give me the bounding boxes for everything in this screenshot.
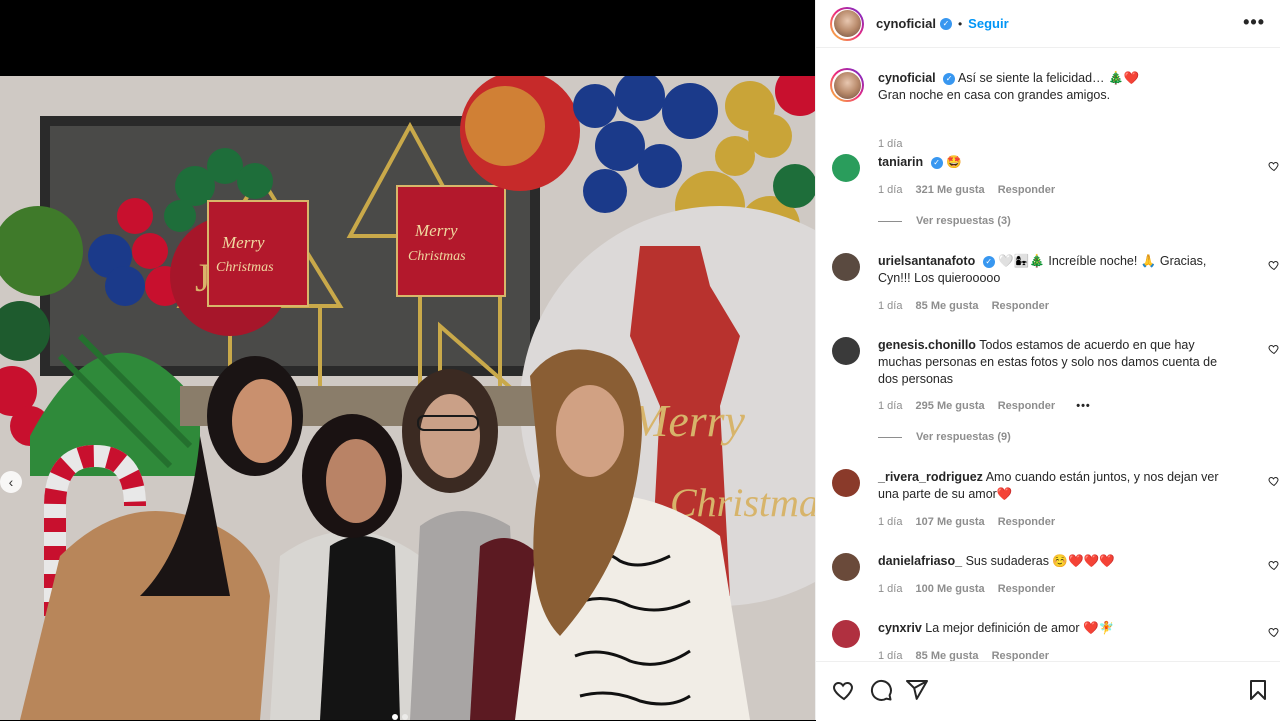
commenter-username[interactable]: danielafriaso_ (878, 554, 962, 568)
commenter-avatar[interactable] (832, 620, 860, 648)
reply-button[interactable]: Responder (998, 400, 1055, 412)
box-sign-christmas-left: Christmas (216, 260, 274, 275)
comment-options-icon[interactable]: ••• (1076, 400, 1091, 412)
christmas-party-photo: J Merry Christmas Merry Christmas Merry … (0, 76, 815, 720)
heart-icon[interactable] (1268, 343, 1280, 355)
heart-icon[interactable] (832, 678, 856, 702)
caption-text-line2: Gran noche en casa con grandes amigos. (878, 88, 1111, 102)
comment-time[interactable]: 1 día (878, 184, 902, 196)
author-avatar[interactable] (830, 6, 864, 41)
bookmark-icon[interactable] (1246, 678, 1270, 702)
comment-likes[interactable]: 85 Me gusta (916, 650, 979, 661)
reply-button[interactable]: Responder (998, 583, 1055, 595)
commenter-avatar[interactable] (832, 337, 860, 365)
verified-badge-icon: ✓ (930, 156, 943, 169)
share-icon[interactable] (905, 678, 929, 702)
reply-button[interactable]: Responder (998, 516, 1055, 528)
comment-time[interactable]: 1 día (878, 583, 902, 595)
comment-time[interactable]: 1 día (878, 516, 902, 528)
carousel-dot (392, 714, 398, 720)
post-sidebar: cynoficial ✓ • Seguir ••• cynoficial ✓ A… (815, 0, 1280, 721)
author-username[interactable]: cynoficial (876, 16, 936, 31)
heart-icon[interactable] (1268, 475, 1280, 487)
commenter-avatar[interactable] (832, 469, 860, 497)
comment-likes[interactable]: 100 Me gusta (916, 583, 985, 595)
carousel-dot (402, 714, 408, 720)
commenter-username[interactable]: _rivera_rodriguez (878, 470, 983, 484)
follow-button[interactable]: Seguir (968, 16, 1008, 31)
separator-dot: • (957, 16, 963, 31)
verified-badge-icon: ✓ (982, 255, 995, 268)
reply-button[interactable]: Responder (998, 184, 1055, 196)
author-avatar[interactable] (830, 68, 864, 102)
comment-text: Sus sudaderas ☺️❤️❤️❤️ (965, 554, 1115, 568)
comments-list[interactable]: cynoficial ✓ Así se siente la felicidad…… (816, 48, 1280, 661)
box-sign-merry-right: Merry (414, 221, 458, 240)
commenter-avatar[interactable] (832, 154, 860, 182)
commenter-username[interactable]: urielsantanafoto (878, 254, 975, 268)
heart-icon[interactable] (1268, 160, 1280, 172)
caption-username[interactable]: cynoficial (878, 71, 936, 85)
verified-badge-icon: ✓ (943, 72, 956, 85)
verified-badge-icon: ✓ (939, 17, 952, 30)
box-sign-merry-left: Merry (221, 233, 265, 252)
caption-text-line1: Así se siente la felicidad… 🎄❤️ (957, 71, 1140, 85)
commenter-username[interactable]: genesis.chonillo (878, 338, 976, 352)
comment-likes[interactable]: 295 Me gusta (916, 400, 985, 412)
comment-time[interactable]: 1 día (878, 300, 902, 312)
previous-photo-button[interactable]: ‹ (0, 471, 22, 493)
commenter-avatar[interactable] (832, 553, 860, 581)
commenter-avatar[interactable] (832, 253, 860, 281)
comment-time[interactable]: 1 día (878, 650, 902, 661)
comment-likes[interactable]: 85 Me gusta (916, 300, 979, 312)
comment-likes[interactable]: 107 Me gusta (916, 516, 985, 528)
commenter-username[interactable]: taniarin (878, 155, 923, 169)
backdrop-merry: Merry (629, 395, 746, 446)
reply-button[interactable]: Responder (992, 650, 1049, 661)
commenter-username[interactable]: cynxriv (878, 621, 922, 635)
comment-text: 🤩 (946, 155, 962, 169)
more-options-icon[interactable]: ••• (1243, 12, 1265, 33)
reply-button[interactable]: Responder (992, 300, 1049, 312)
box-sign-christmas-right: Christmas (408, 249, 466, 264)
chevron-left-icon: ‹ (8, 474, 14, 490)
post-header: cynoficial ✓ • Seguir ••• (816, 0, 1280, 48)
caption-timestamp[interactable]: 1 día (878, 138, 902, 150)
comment-icon[interactable] (869, 678, 893, 702)
view-replies-button[interactable]: Ver respuestas (9) (878, 431, 1011, 443)
comment-time[interactable]: 1 día (878, 400, 902, 412)
view-replies-button[interactable]: Ver respuestas (3) (878, 215, 1011, 227)
post-action-bar (816, 661, 1280, 721)
post-photo[interactable]: J Merry Christmas Merry Christmas Merry … (0, 76, 815, 720)
heart-icon[interactable] (1268, 626, 1280, 638)
comment-text: La mejor definición de amor ❤️🧚 (925, 621, 1115, 635)
backdrop-christmas: Christma (670, 480, 815, 525)
comment-likes[interactable]: 321 Me gusta (916, 184, 985, 196)
carousel-indicator (392, 714, 408, 720)
post-media-pane: J Merry Christmas Merry Christmas Merry … (0, 0, 815, 720)
heart-icon[interactable] (1268, 259, 1280, 271)
heart-icon[interactable] (1268, 559, 1280, 571)
